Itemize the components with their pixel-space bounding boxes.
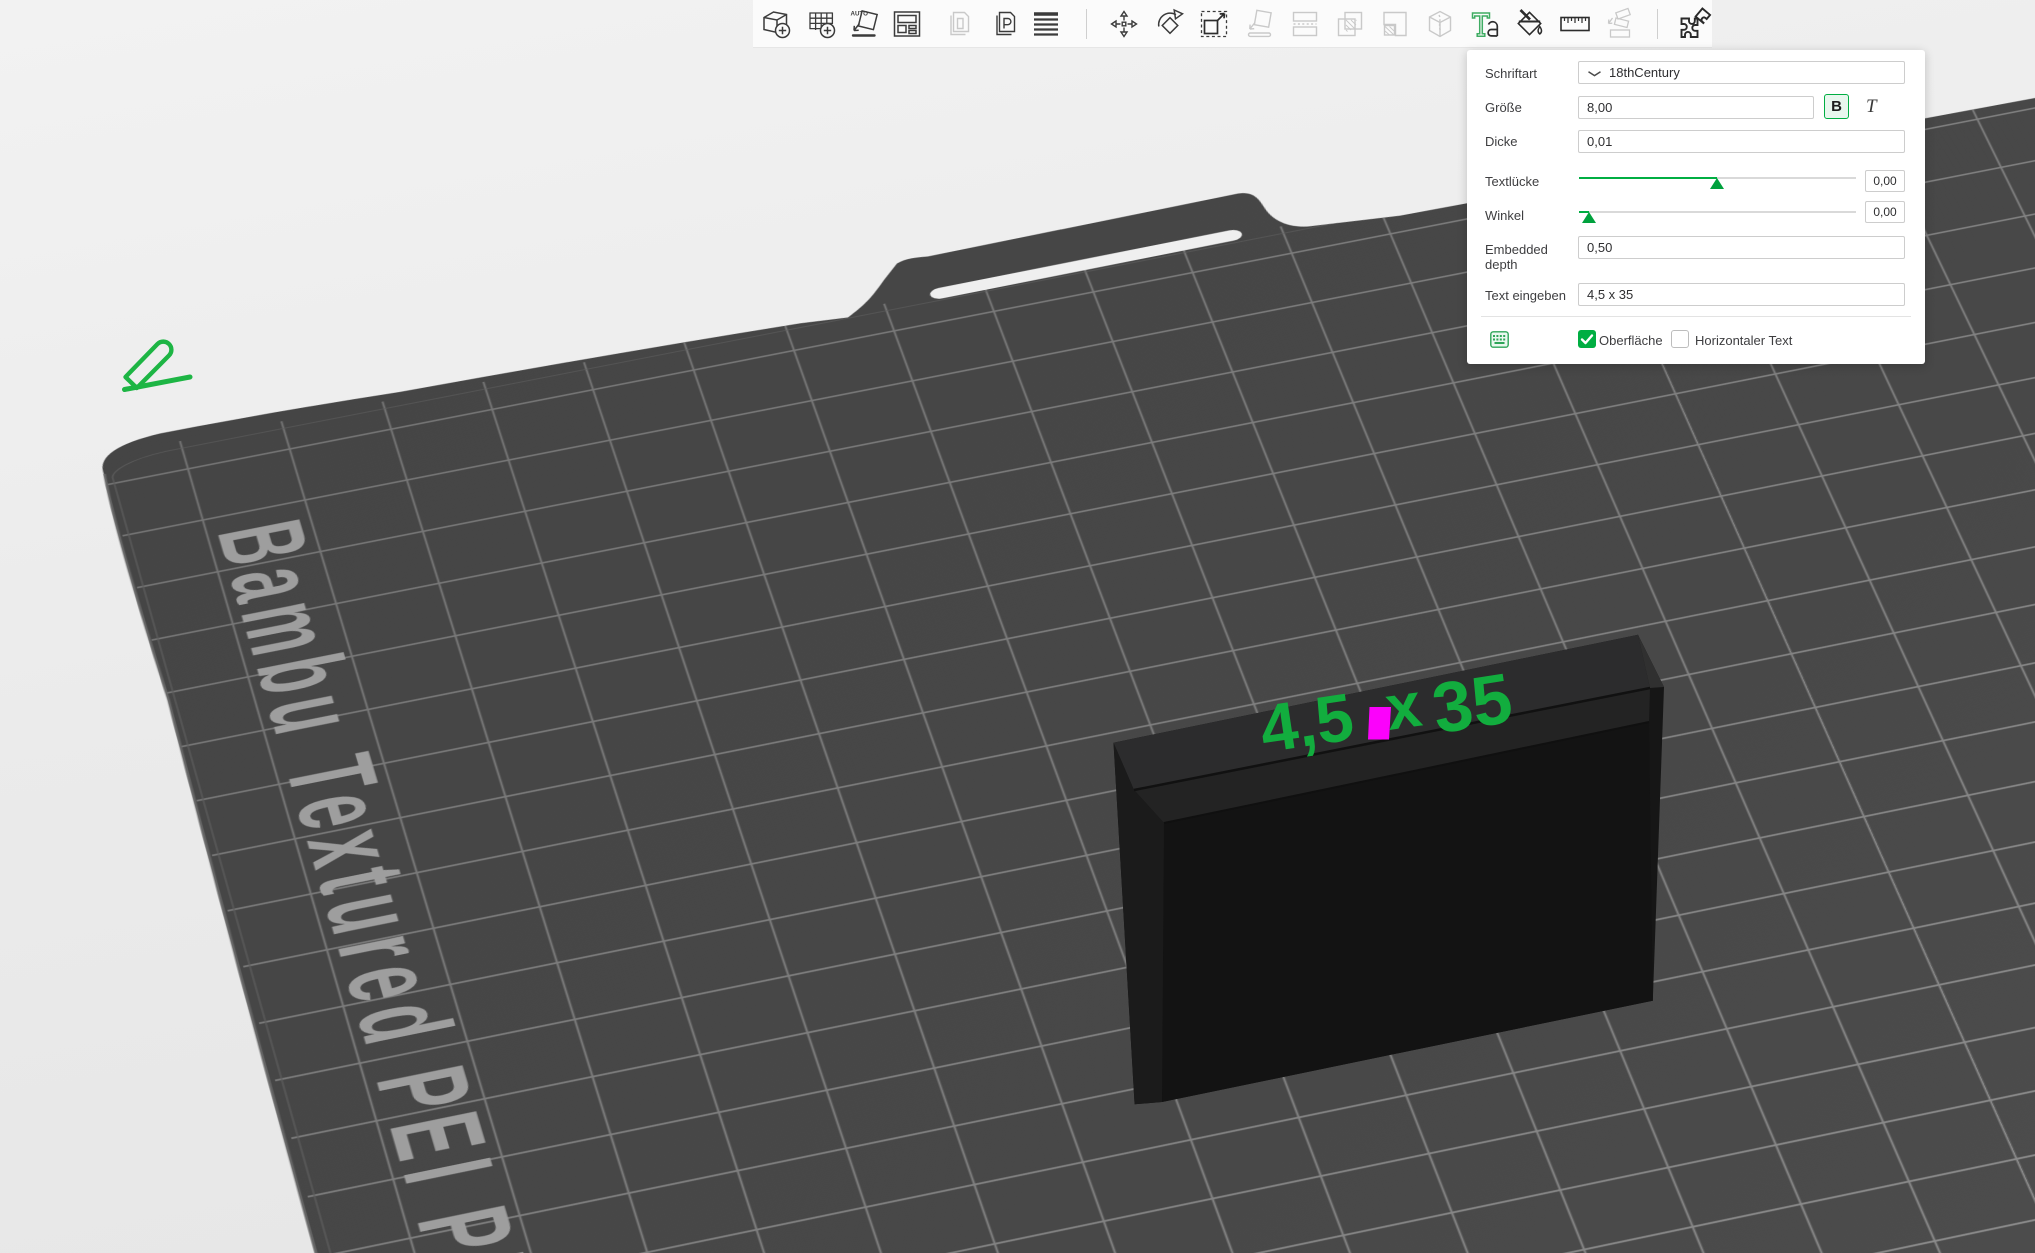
svg-text:AUTO: AUTO <box>851 11 869 18</box>
svg-text:35: 35 <box>1427 659 1517 749</box>
svg-text:4,5: 4,5 <box>1255 679 1358 767</box>
